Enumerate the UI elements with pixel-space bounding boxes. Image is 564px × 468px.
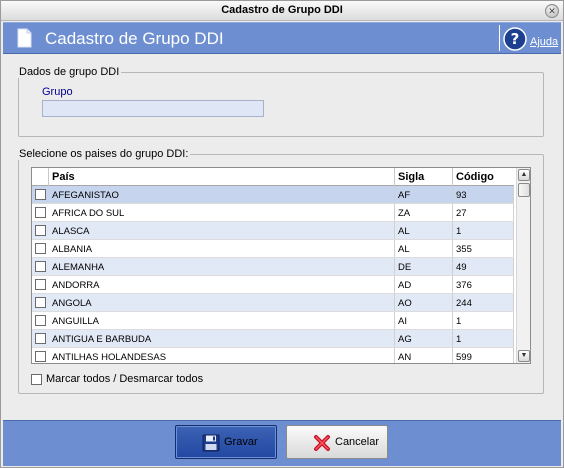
codigo-cell: 27	[453, 204, 514, 221]
pais-cell: ANTIGUA E BARBUDA	[49, 330, 395, 347]
sigla-cell: AF	[395, 186, 453, 203]
document-icon	[17, 28, 32, 48]
help-label: Ajuda	[530, 36, 559, 48]
codigo-cell: 244	[453, 294, 514, 311]
pais-cell: ALBANIA	[49, 240, 395, 257]
save-button[interactable]: Gravar	[175, 425, 277, 459]
column-header-pais[interactable]: País	[49, 168, 395, 186]
header-check-column	[32, 168, 49, 186]
pais-cell: AFRICA DO SUL	[49, 204, 395, 221]
floppy-disk-icon	[202, 434, 220, 452]
table-row[interactable]: ALBANIA AL 355	[32, 240, 514, 258]
row-checkbox[interactable]	[35, 207, 46, 218]
sigla-cell: AL	[395, 240, 453, 257]
select-all-checkbox[interactable]	[31, 373, 42, 385]
grupo-label: Grupo	[42, 86, 73, 98]
codigo-cell: 599	[453, 348, 514, 363]
cancel-label: Cancelar	[335, 436, 380, 448]
table-row[interactable]: ANTILHAS HOLANDESAS AN 599	[32, 348, 514, 363]
vertical-scrollbar[interactable]: ▲ ▼	[516, 168, 530, 363]
table-row[interactable]: ALEMANHA DE 49	[32, 258, 514, 276]
grupo-input[interactable]	[42, 100, 264, 117]
sigla-cell: AN	[395, 348, 453, 363]
select-all-toggle[interactable]: Marcar todos / Desmarcar todos	[31, 373, 203, 385]
scroll-thumb[interactable]	[518, 183, 530, 197]
header-banner: Cadastro de Grupo DDI ? Ajuda	[3, 22, 561, 54]
codigo-cell: 376	[453, 276, 514, 293]
cancel-button[interactable]: Cancelar	[286, 425, 388, 459]
pais-cell: ALASCA	[49, 222, 395, 239]
codigo-cell: 1	[453, 312, 514, 329]
codigo-cell: 1	[453, 222, 514, 239]
title-bar: Cadastro de Grupo DDI ✕	[1, 1, 563, 21]
row-checkbox[interactable]	[35, 351, 46, 362]
table-row[interactable]: AFEGANISTAO AF 93	[32, 186, 514, 204]
pais-cell: ANGOLA	[49, 294, 395, 311]
pais-cell: AFEGANISTAO	[49, 186, 395, 203]
row-checkbox[interactable]	[35, 261, 46, 272]
sigla-cell: AG	[395, 330, 453, 347]
row-checkbox[interactable]	[35, 243, 46, 254]
dados-group: Dados de grupo DDI Grupo	[17, 66, 544, 137]
table-row[interactable]: ANTIGUA E BARBUDA AG 1	[32, 330, 514, 348]
row-checkbox[interactable]	[35, 189, 46, 200]
help-icon: ?	[503, 27, 527, 51]
dados-legend: Dados de grupo DDI	[17, 66, 122, 78]
paises-legend: Selecione os paises do grupo DDI:	[17, 148, 191, 160]
paises-grid: País Sigla Código AFEGANISTAO AF 93 AFRICA …	[31, 167, 531, 364]
sigla-cell: AO	[395, 294, 453, 311]
help-link[interactable]: ? Ajuda	[503, 26, 558, 52]
pais-cell: ANGUILLA	[49, 312, 395, 329]
sigla-cell: AI	[395, 312, 453, 329]
footer-bar: Gravar Cancelar	[3, 420, 561, 466]
row-checkbox[interactable]	[35, 279, 46, 290]
red-x-icon	[314, 435, 330, 451]
svg-text:?: ?	[511, 30, 520, 48]
codigo-cell: 93	[453, 186, 514, 203]
sigla-cell: AL	[395, 222, 453, 239]
table-row[interactable]: ANGUILLA AI 1	[32, 312, 514, 330]
header-divider	[499, 25, 500, 51]
column-header-codigo[interactable]: Código	[453, 168, 514, 186]
select-all-label: Marcar todos / Desmarcar todos	[46, 373, 204, 385]
codigo-cell: 355	[453, 240, 514, 257]
table-row[interactable]: ANDORRA AD 376	[32, 276, 514, 294]
table-row[interactable]: AFRICA DO SUL ZA 27	[32, 204, 514, 222]
pais-cell: ANTILHAS HOLANDESAS	[49, 348, 395, 363]
sigla-cell: DE	[395, 258, 453, 275]
window: Cadastro de Grupo DDI ✕ Cadastro de Grup…	[0, 0, 564, 468]
row-checkbox[interactable]	[35, 297, 46, 308]
row-checkbox[interactable]	[35, 315, 46, 326]
page-title: Cadastro de Grupo DDI	[45, 29, 224, 48]
sigla-cell: ZA	[395, 204, 453, 221]
grid-header: País Sigla Código	[32, 168, 514, 186]
codigo-cell: 49	[453, 258, 514, 275]
grid-rows: AFEGANISTAO AF 93 AFRICA DO SUL ZA 27 ALASCA AL…	[32, 186, 514, 363]
row-checkbox[interactable]	[35, 225, 46, 236]
sigla-cell: AD	[395, 276, 453, 293]
column-header-sigla[interactable]: Sigla	[395, 168, 453, 186]
pais-cell: ALEMANHA	[49, 258, 395, 275]
table-row[interactable]: ANGOLA AO 244	[32, 294, 514, 312]
codigo-cell: 1	[453, 330, 514, 347]
save-label: Gravar	[224, 436, 258, 448]
pais-cell: ANDORRA	[49, 276, 395, 293]
close-button[interactable]: ✕	[545, 4, 559, 18]
window-title: Cadastro de Grupo DDI	[221, 4, 343, 16]
row-checkbox[interactable]	[35, 333, 46, 344]
table-row[interactable]: ALASCA AL 1	[32, 222, 514, 240]
scroll-up-button[interactable]: ▲	[518, 169, 530, 181]
scroll-down-button[interactable]: ▼	[518, 350, 530, 362]
